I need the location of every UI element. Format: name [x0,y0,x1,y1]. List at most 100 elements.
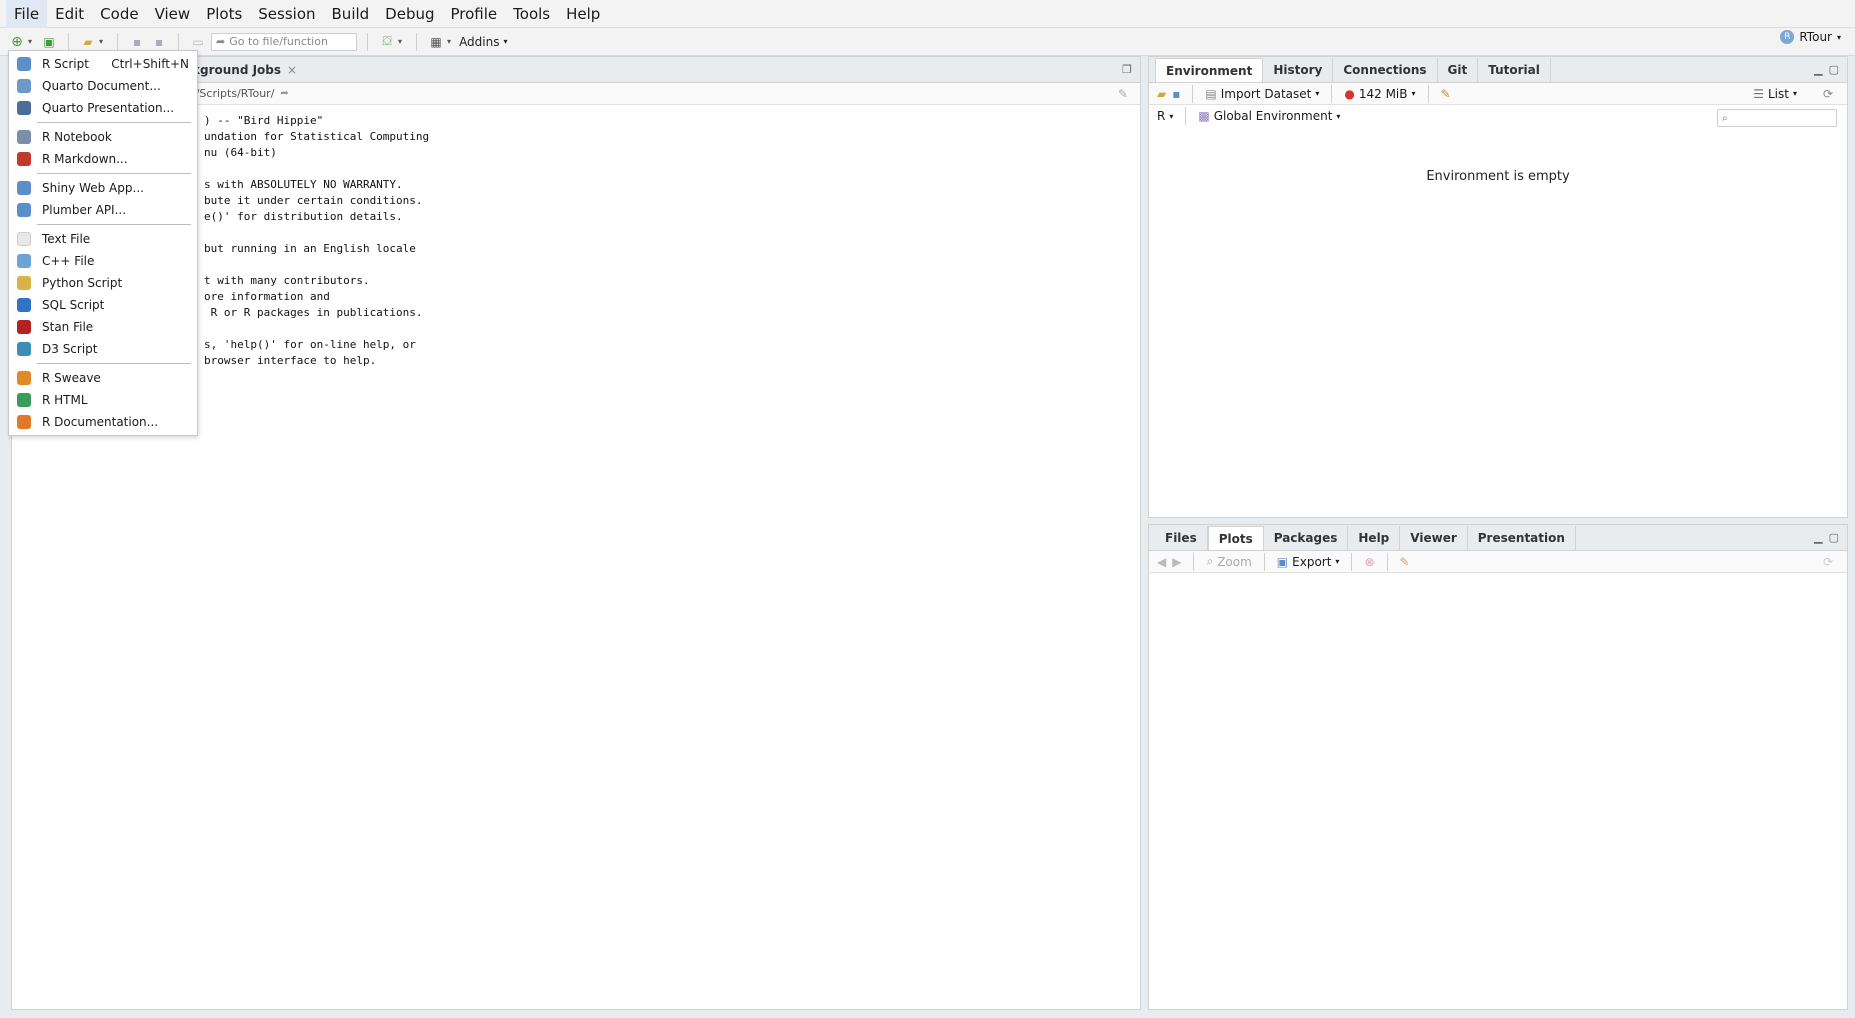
new-file-caret-icon[interactable]: ▾ [28,37,32,46]
menu-tools[interactable]: Tools [505,0,558,28]
addins-button[interactable]: Addins ▾ [459,35,507,49]
zoom-button[interactable]: ⌕ Zoom [1206,554,1251,569]
table-icon: ▤ [1205,86,1217,101]
project-label: RTour [1799,30,1832,44]
menu-item-python-script[interactable]: Python Script [9,272,197,294]
tab-background-jobs[interactable]: kground Jobs × [192,58,297,82]
menu-item-quarto-presentation[interactable]: Quarto Presentation... [9,97,197,119]
r-doc-icon [17,415,31,429]
toolbar-separator [1192,84,1194,103]
remove-plot-icon[interactable]: ⊗ [1364,555,1374,569]
maximize-pane-icon[interactable]: ▢ [1829,63,1839,76]
menu-item-shiny-web-app[interactable]: Shiny Web App... [9,177,197,199]
new-file-icon[interactable]: ⊕ [8,33,26,51]
back-arrow-icon[interactable]: ◀ [1157,555,1166,569]
menu-item-sql-script[interactable]: SQL Script [9,294,197,316]
project-menu[interactable]: R RTour ▾ [1780,30,1841,44]
toolbar-separator [68,32,70,51]
memory-usage-button[interactable]: ● 142 MiB ▾ [1344,87,1415,101]
tab-files[interactable]: Files [1155,526,1208,550]
open-file-icon[interactable]: ▰ [79,33,97,51]
clear-plots-icon[interactable]: ✎ [1400,555,1410,569]
tab-environment[interactable]: Environment [1155,58,1264,82]
menu-item-r-script[interactable]: R Script Ctrl+Shift+N [9,53,197,75]
export-button[interactable]: ▣ Export ▾ [1277,555,1340,569]
tab-help[interactable]: Help [1348,526,1401,550]
r-notebook-icon [17,130,31,144]
menu-item-stan-file[interactable]: Stan File [9,316,197,338]
menu-item-r-notebook[interactable]: R Notebook [9,126,197,148]
menu-item-quarto-document[interactable]: Quarto Document... [9,75,197,97]
open-file-caret-icon[interactable]: ▾ [99,37,103,46]
menu-item-d3-script[interactable]: D3 Script [9,338,197,360]
print-icon[interactable]: ▭ [189,33,207,51]
clear-objects-icon[interactable]: ✎ [1441,87,1451,101]
menu-code[interactable]: Code [92,0,146,28]
menu-item-r-documentation[interactable]: R Documentation... [9,411,197,433]
load-workspace-icon[interactable]: ▰ [1157,87,1166,101]
menu-item-r-markdown[interactable]: R Markdown... [9,148,197,170]
menu-build[interactable]: Build [324,0,378,28]
close-tab-icon[interactable]: × [287,58,297,82]
pane-controls: ▁ ▢ [1814,531,1839,544]
menu-item-label: R Documentation... [42,415,159,429]
clear-console-icon[interactable]: ✎ [1118,87,1128,101]
environment-icon: ▩ [1198,109,1210,123]
python-icon [17,276,31,290]
stan-icon [17,320,31,334]
menu-item-plumber-api[interactable]: Plumber API... [9,199,197,221]
restore-pane-icon[interactable]: ❐ [1122,63,1132,76]
environment-select[interactable]: ▩ Global Environment ▾ [1198,109,1340,123]
tab-presentation[interactable]: Presentation [1468,526,1576,550]
language-select[interactable]: R ▾ [1157,109,1173,123]
menubar: File Edit Code View Plots Session Build Debug Pr… [0,0,1855,28]
menu-session[interactable]: Session [250,0,323,28]
menu-help[interactable]: Help [558,0,608,28]
tab-connections[interactable]: Connections [1333,58,1438,82]
menu-edit[interactable]: Edit [47,0,92,28]
menu-profile[interactable]: Profile [443,0,506,28]
search-icon: ⌕ [1722,112,1728,124]
addins-caret-icon: ▾ [503,37,508,46]
text-file-icon [17,232,31,246]
tab-history[interactable]: History [1263,58,1334,82]
refresh-plot-icon[interactable]: ⟳ [1823,555,1833,569]
tab-packages[interactable]: Packages [1264,526,1349,550]
menu-item-text-file[interactable]: Text File [9,228,197,250]
menu-item-r-sweave[interactable]: R Sweave [9,367,197,389]
save-workspace-icon[interactable]: ▪ [1172,87,1180,101]
import-dataset-button[interactable]: ▤ Import Dataset ▾ [1205,87,1319,101]
tab-viewer[interactable]: Viewer [1400,526,1468,550]
save-icon[interactable]: ▪ [128,33,146,51]
goto-dir-icon[interactable]: ➦ [280,88,288,99]
menu-item-c-file[interactable]: C++ File [9,250,197,272]
menu-item-r-html[interactable]: R HTML [9,389,197,411]
toolbar-separator [178,32,180,51]
environment-search-input[interactable]: ⌕ [1717,109,1837,127]
refresh-icon[interactable]: ⟳ [1823,87,1833,101]
forward-arrow-icon[interactable]: ▶ [1172,555,1181,569]
tab-plots[interactable]: Plots [1207,526,1264,550]
maximize-pane-icon[interactable]: ▢ [1829,531,1839,544]
menu-view[interactable]: View [147,0,199,28]
menu-item-label: Quarto Presentation... [42,101,175,115]
new-project-icon[interactable]: ▣ [40,33,58,51]
save-all-icon[interactable]: ▪ [150,33,168,51]
version-control-caret-icon[interactable]: ▾ [398,37,402,46]
menu-file[interactable]: File [6,0,48,28]
minimize-pane-icon[interactable]: ▁ [1814,63,1822,76]
tab-git[interactable]: Git [1438,58,1479,82]
goto-file-input[interactable]: ➦ Go to file/function [211,32,358,51]
pane-layout-caret-icon[interactable]: ▾ [447,37,451,46]
memory-caret-icon: ▾ [1411,89,1416,98]
tab-tutorial[interactable]: Tutorial [1478,58,1551,82]
menu-debug[interactable]: Debug [377,0,442,28]
sweave-icon [17,371,31,385]
version-control-icon[interactable]: ⛋ [378,33,396,51]
menu-plots[interactable]: Plots [198,0,250,28]
export-caret-icon: ▾ [1335,557,1340,566]
pane-layout-icon[interactable]: ▦ [427,33,445,51]
minimize-pane-icon[interactable]: ▁ [1814,531,1822,544]
plots-toolbar: ◀ ▶ ⌕ Zoom ▣ Export ▾ ⊗ ✎ ⟳ [1149,551,1847,573]
view-mode-button[interactable]: ☰ List ▾ [1753,87,1797,101]
